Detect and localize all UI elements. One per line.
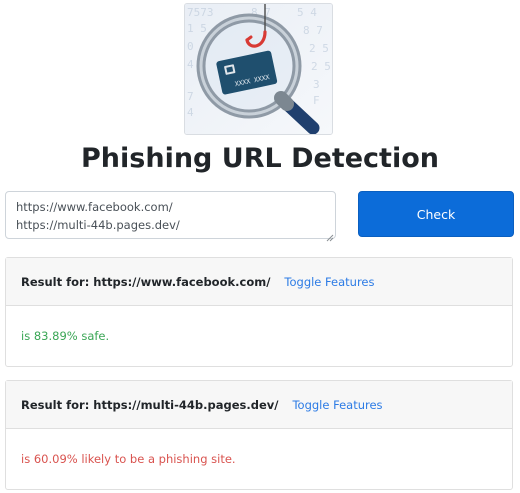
toggle-features-link[interactable]: Toggle Features bbox=[292, 398, 382, 412]
magnifier-phishing-hook-card-icon: 7573 8 75 4 1 58 7 02 5 2 5 4 3F 74 XXXX … bbox=[185, 4, 332, 134]
result-card-body: is 60.09% likely to be a phishing site. bbox=[6, 429, 512, 489]
svg-text:4: 4 bbox=[187, 58, 194, 71]
result-verdict-phishing: is 60.09% likely to be a phishing site. bbox=[21, 452, 236, 466]
result-card-header: Result for: https://multi-44b.pages.dev/… bbox=[6, 381, 512, 429]
svg-text:0: 0 bbox=[187, 40, 194, 53]
phishing-logo: 7573 8 75 4 1 58 7 02 5 2 5 4 3F 74 XXXX … bbox=[184, 3, 333, 135]
svg-text:8 7: 8 7 bbox=[303, 24, 323, 37]
check-button[interactable]: Check bbox=[358, 191, 514, 237]
result-card-body: is 83.89% safe. bbox=[6, 306, 512, 366]
svg-text:F: F bbox=[313, 94, 320, 107]
svg-text:3: 3 bbox=[313, 78, 320, 91]
svg-text:7: 7 bbox=[187, 90, 194, 103]
svg-text:4: 4 bbox=[187, 106, 194, 119]
result-verdict-safe: is 83.89% safe. bbox=[21, 329, 110, 343]
svg-text:7573: 7573 bbox=[187, 6, 214, 19]
url-input[interactable] bbox=[5, 191, 336, 239]
resize-grip-icon[interactable] bbox=[326, 229, 334, 242]
svg-text:2 5: 2 5 bbox=[311, 60, 331, 73]
page-title: Phishing URL Detection bbox=[81, 143, 439, 174]
result-card: Result for: https://multi-44b.pages.dev/… bbox=[5, 380, 513, 490]
toggle-features-link[interactable]: Toggle Features bbox=[284, 275, 374, 289]
svg-text:5 4: 5 4 bbox=[297, 6, 317, 19]
result-label: Result for: https://www.facebook.com/ bbox=[21, 274, 271, 289]
result-label: Result for: https://multi-44b.pages.dev/ bbox=[21, 397, 279, 412]
svg-text:1 5: 1 5 bbox=[187, 22, 207, 35]
result-card: Result for: https://www.facebook.com/ To… bbox=[5, 257, 513, 367]
svg-text:2 5: 2 5 bbox=[309, 42, 329, 55]
result-card-header: Result for: https://www.facebook.com/ To… bbox=[6, 258, 512, 306]
